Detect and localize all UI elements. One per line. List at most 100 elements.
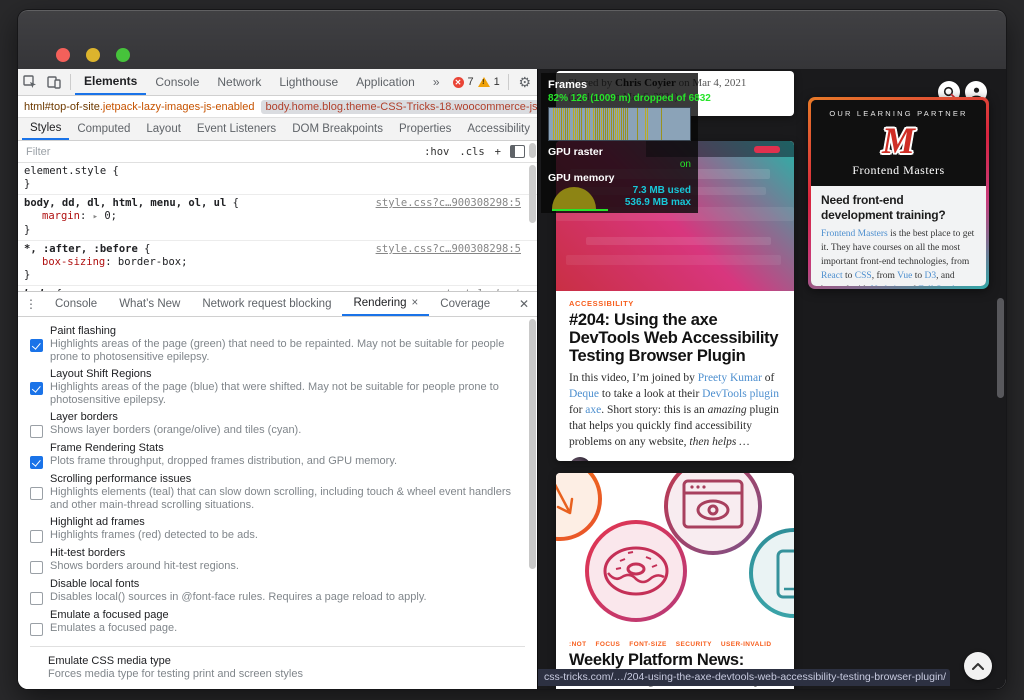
css-rule-element-style[interactable]: element.style { } [18,163,537,195]
checkbox[interactable] [30,425,43,438]
toggle-hover-state[interactable]: :hov [424,146,449,158]
tab-console[interactable]: Console [146,70,208,95]
link[interactable]: DevTools plugin [702,388,779,400]
inspect-element-icon[interactable] [18,70,42,94]
styles-scrollbar[interactable] [529,165,536,223]
more-tabs-icon[interactable]: » [424,70,449,95]
tab-layout[interactable]: Layout [138,119,189,140]
error-icon: ✕ [453,77,464,88]
tab-lighthouse[interactable]: Lighthouse [270,70,347,95]
rendering-scrollbar[interactable] [529,319,536,569]
zoom-window-button[interactable] [116,48,130,62]
checkbox[interactable] [30,456,43,469]
fps-bar [585,108,586,140]
tab-properties[interactable]: Properties [391,119,459,140]
checkbox[interactable] [30,530,43,543]
issues-badge[interactable]: ✕ 7 ! 1 [449,76,504,88]
option-desc: Highlights elements (teal) that can slow… [50,486,511,511]
drawer-tab-whats-new[interactable]: What’s New [108,293,191,316]
dom-breadcrumb: html#top-of-site.jetpack-lazy-images-js-… [18,96,537,118]
toggle-classes[interactable]: .cls [459,146,484,158]
tab-application[interactable]: Application [347,70,424,95]
device-toolbar-icon[interactable] [42,70,66,94]
tab-computed[interactable]: Computed [69,119,138,140]
link[interactable]: Frontend Masters [821,229,888,239]
checkbox[interactable] [30,592,43,605]
close-rendering-tab-icon[interactable]: × [412,297,419,309]
fps-bar [565,108,566,140]
tag-link[interactable]: FOCUS [596,641,621,648]
fps-bar [621,108,622,140]
link[interactable]: Preety Kumar [698,372,762,384]
link[interactable]: Vue [897,271,912,281]
close-window-button[interactable] [56,48,70,62]
tag-link[interactable]: USER-INVALID [721,641,772,648]
link[interactable]: Deque [569,388,599,400]
checkbox[interactable] [30,487,43,500]
drawer-tab-coverage[interactable]: Coverage [429,293,501,316]
article-card-weekly-platform-news[interactable]: :NOT FOCUS FONT-SIZE SECURITY USER-INVAL… [556,473,794,689]
option-label: Highlight ad frames [50,516,145,528]
settings-gear-icon[interactable]: ⚙ [513,70,537,94]
styles-filter-scrollbar[interactable] [529,143,536,158]
tag-link[interactable]: SECURITY [676,641,712,648]
fps-bar [619,108,620,140]
partner-brand-name: Frontend Masters [817,163,980,178]
styles-pane: element.style { } style.css?c…900308298:… [18,163,537,291]
drawer-tab-network-request-blocking[interactable]: Network request blocking [191,293,342,316]
tab-dom-breakpoints[interactable]: DOM Breakpoints [284,119,391,140]
tab-accessibility[interactable]: Accessibility [459,119,538,140]
tab-elements[interactable]: Elements [75,69,146,95]
checkbox[interactable] [30,382,43,395]
link[interactable]: axe [585,404,601,416]
tag-link[interactable]: FONT-SIZE [629,641,667,648]
option-desc: Highlights frames (red) detected to be a… [50,529,258,541]
fps-bar [557,108,558,140]
learning-partner-card[interactable]: OUR LEARNING PARTNER M Frontend Masters … [808,97,989,289]
drawer-tab-rendering[interactable]: Rendering× [342,292,429,316]
new-style-rule-button[interactable]: + [495,146,501,158]
option-label: Emulate a focused page [50,609,169,621]
fps-bar [569,108,570,140]
article-title-link[interactable]: #204: Using the axe DevTools Web Accessi… [569,311,781,365]
rendering-pane: Paint flashingHighlights areas of the pa… [18,317,537,689]
drawer-menu-icon[interactable]: ⋮ [18,297,44,311]
minimize-window-button[interactable] [86,48,100,62]
styles-filter-input[interactable]: Filter [26,146,419,158]
scroll-to-top-button[interactable] [964,652,992,680]
stylesheet-link[interactable]: style.css?c…900308298:5 [376,243,521,256]
partner-heading: Need front-end development training? [821,193,976,223]
checkbox[interactable] [30,561,43,574]
rendering-option-emulate-focused-page: Emulate a focused pageEmulates a focused… [30,609,537,636]
fps-bar [595,108,596,140]
fps-bar [577,108,578,140]
page-scrollbar[interactable] [997,298,1004,398]
checkbox[interactable] [30,339,43,352]
tab-styles[interactable]: Styles [22,118,69,140]
expand-shorthand-icon[interactable]: ▸ [93,212,98,222]
category-label[interactable]: ACCESSIBILITY [569,299,781,308]
css-rule-body-ua[interactable]: user agent stylesheet body { display: bl… [18,286,537,291]
css-rule-box-sizing[interactable]: style.css?c…900308298:5 *, :after, :befo… [18,241,537,286]
link[interactable]: Node.js [871,285,900,286]
tab-network[interactable]: Network [208,70,270,95]
close-drawer-icon[interactable]: ✕ [519,297,529,311]
avatar[interactable] [569,457,591,461]
link[interactable]: D3 [925,271,937,281]
css-rule-margin[interactable]: style.css?c…900308298:5 body, dd, dl, ht… [18,195,537,241]
drawer-tab-console[interactable]: Console [44,293,108,316]
browser-window: Elements Console Network Lighthouse Appl… [18,10,1006,689]
tab-event-listeners[interactable]: Event Listeners [189,119,284,140]
article-hero-illustration [556,473,794,629]
link[interactable]: Full Stack [918,285,957,286]
breadcrumb-body[interactable]: body.home.blog.theme-CSS-Tricks-18.wooco… [261,100,538,114]
checkbox[interactable] [30,623,43,636]
tag-link[interactable]: :NOT [569,641,587,648]
computed-sidebar-toggle-icon[interactable] [510,145,525,158]
link[interactable]: React [821,271,843,281]
fps-bar [625,108,626,140]
frontend-masters-logo[interactable]: M [817,123,980,161]
breadcrumb-html[interactable]: html#top-of-site.jetpack-lazy-images-js-… [24,101,255,113]
link[interactable]: CSS [855,271,872,281]
stylesheet-link[interactable]: style.css?c…900308298:5 [376,197,521,210]
